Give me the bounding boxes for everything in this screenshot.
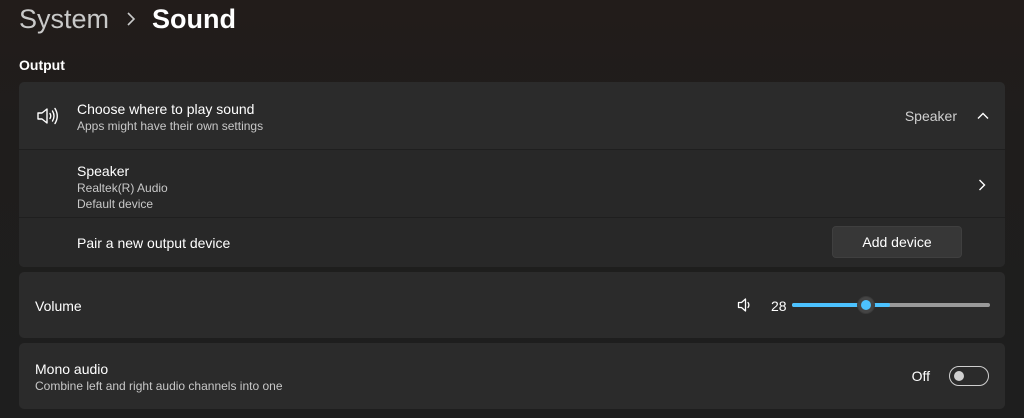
selected-output-value: Speaker xyxy=(904,107,957,124)
volume-label: Volume xyxy=(35,298,82,314)
volume-card: Volume 28 xyxy=(19,272,1005,338)
chevron-up-icon[interactable] xyxy=(977,110,989,122)
mono-audio-toggle[interactable] xyxy=(949,366,989,386)
output-header-subtitle: Apps might have their own settings xyxy=(77,119,264,133)
speaker-icon xyxy=(36,106,58,126)
chevron-right-icon[interactable] xyxy=(978,178,986,196)
page-title: Sound xyxy=(152,3,237,34)
output-header-text: Choose where to play sound Apps might ha… xyxy=(77,101,263,134)
mono-audio-title: Mono audio xyxy=(35,361,109,377)
chevron-right-icon xyxy=(126,12,136,26)
toggle-knob xyxy=(954,371,964,381)
breadcrumb-system[interactable]: System xyxy=(19,4,109,35)
breadcrumb: System Sound xyxy=(19,2,236,36)
mono-audio-toggle-wrap: Off xyxy=(912,366,989,386)
slider-thumb[interactable] xyxy=(857,296,875,314)
output-device-selector[interactable]: Choose where to play sound Apps might ha… xyxy=(19,82,1005,149)
output-header-title: Choose where to play sound xyxy=(77,101,255,117)
volume-icon[interactable] xyxy=(737,297,753,313)
output-card: Choose where to play sound Apps might ha… xyxy=(19,82,1005,267)
pair-text: Pair a new output device xyxy=(77,235,230,252)
speaker-name: Speaker xyxy=(77,163,130,179)
speaker-status: Default device xyxy=(77,197,154,211)
mono-audio-subtitle: Combine left and right audio channels in… xyxy=(35,379,283,393)
speaker-text: Speaker Realtek(R) Audio Default device xyxy=(77,162,168,212)
add-device-button[interactable]: Add device xyxy=(832,226,962,258)
slider-thumb-inner xyxy=(861,300,871,310)
volume-value: 28 xyxy=(771,298,787,314)
speaker-device-item[interactable]: Speaker Realtek(R) Audio Default device xyxy=(19,149,1005,217)
mono-audio-text: Mono audio Combine left and right audio … xyxy=(35,361,283,394)
mono-audio-state: Off xyxy=(911,368,930,384)
mono-audio-card: Mono audio Combine left and right audio … xyxy=(19,343,1005,409)
pair-device-row: Pair a new output device Add device xyxy=(19,217,1005,267)
section-label-output: Output xyxy=(19,57,65,73)
speaker-driver: Realtek(R) Audio xyxy=(77,181,168,195)
output-header-right: Speaker xyxy=(905,82,989,149)
pair-label: Pair a new output device xyxy=(77,235,231,251)
slider-fill xyxy=(792,303,858,307)
volume-slider[interactable] xyxy=(792,296,990,314)
